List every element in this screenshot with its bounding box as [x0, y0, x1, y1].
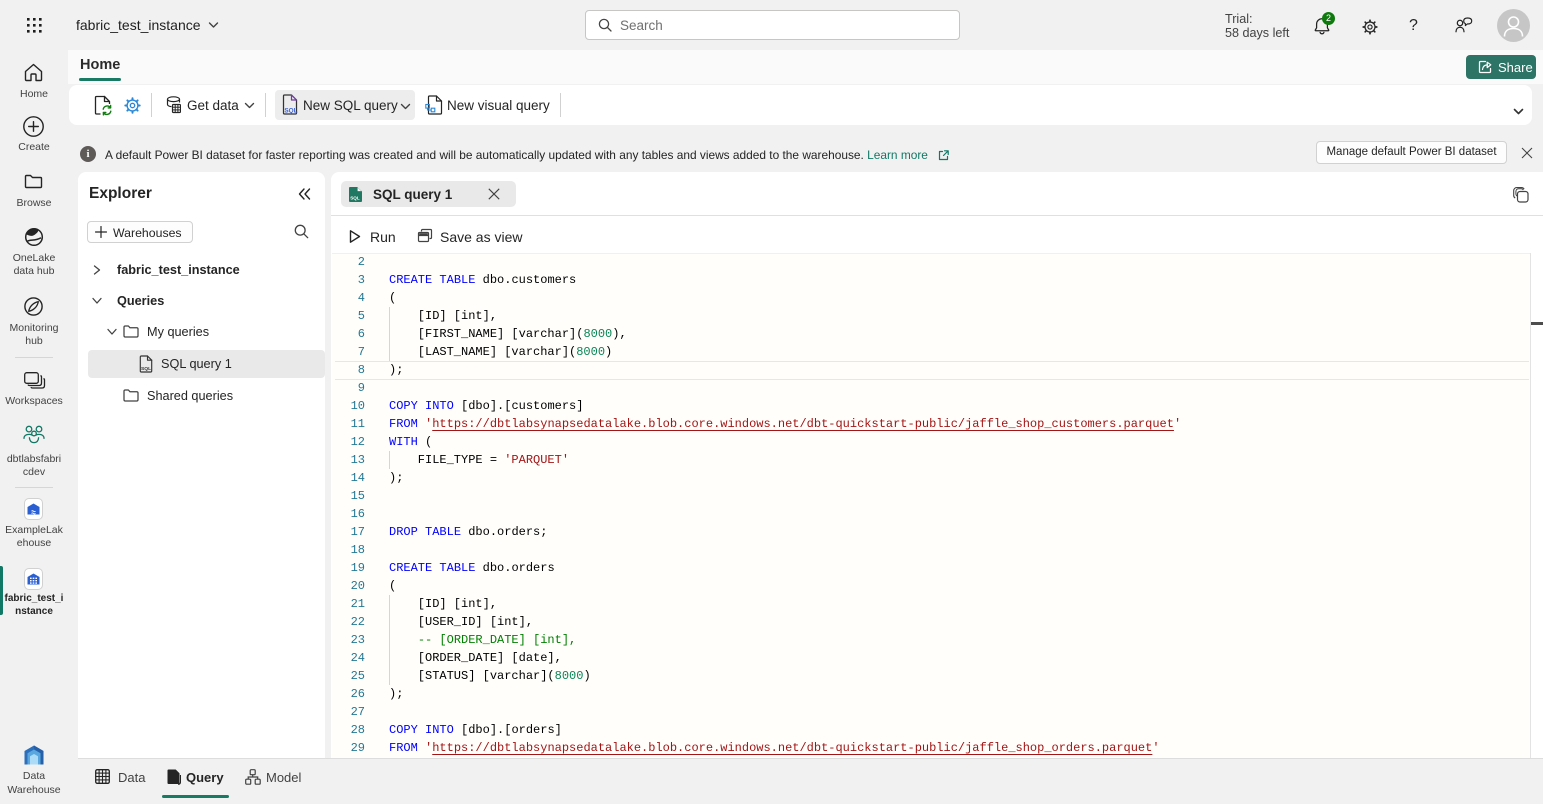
svg-text:SQL: SQL — [350, 196, 360, 201]
svg-text:SQL: SQL — [284, 108, 297, 115]
svg-text:SQL: SQL — [141, 366, 151, 372]
